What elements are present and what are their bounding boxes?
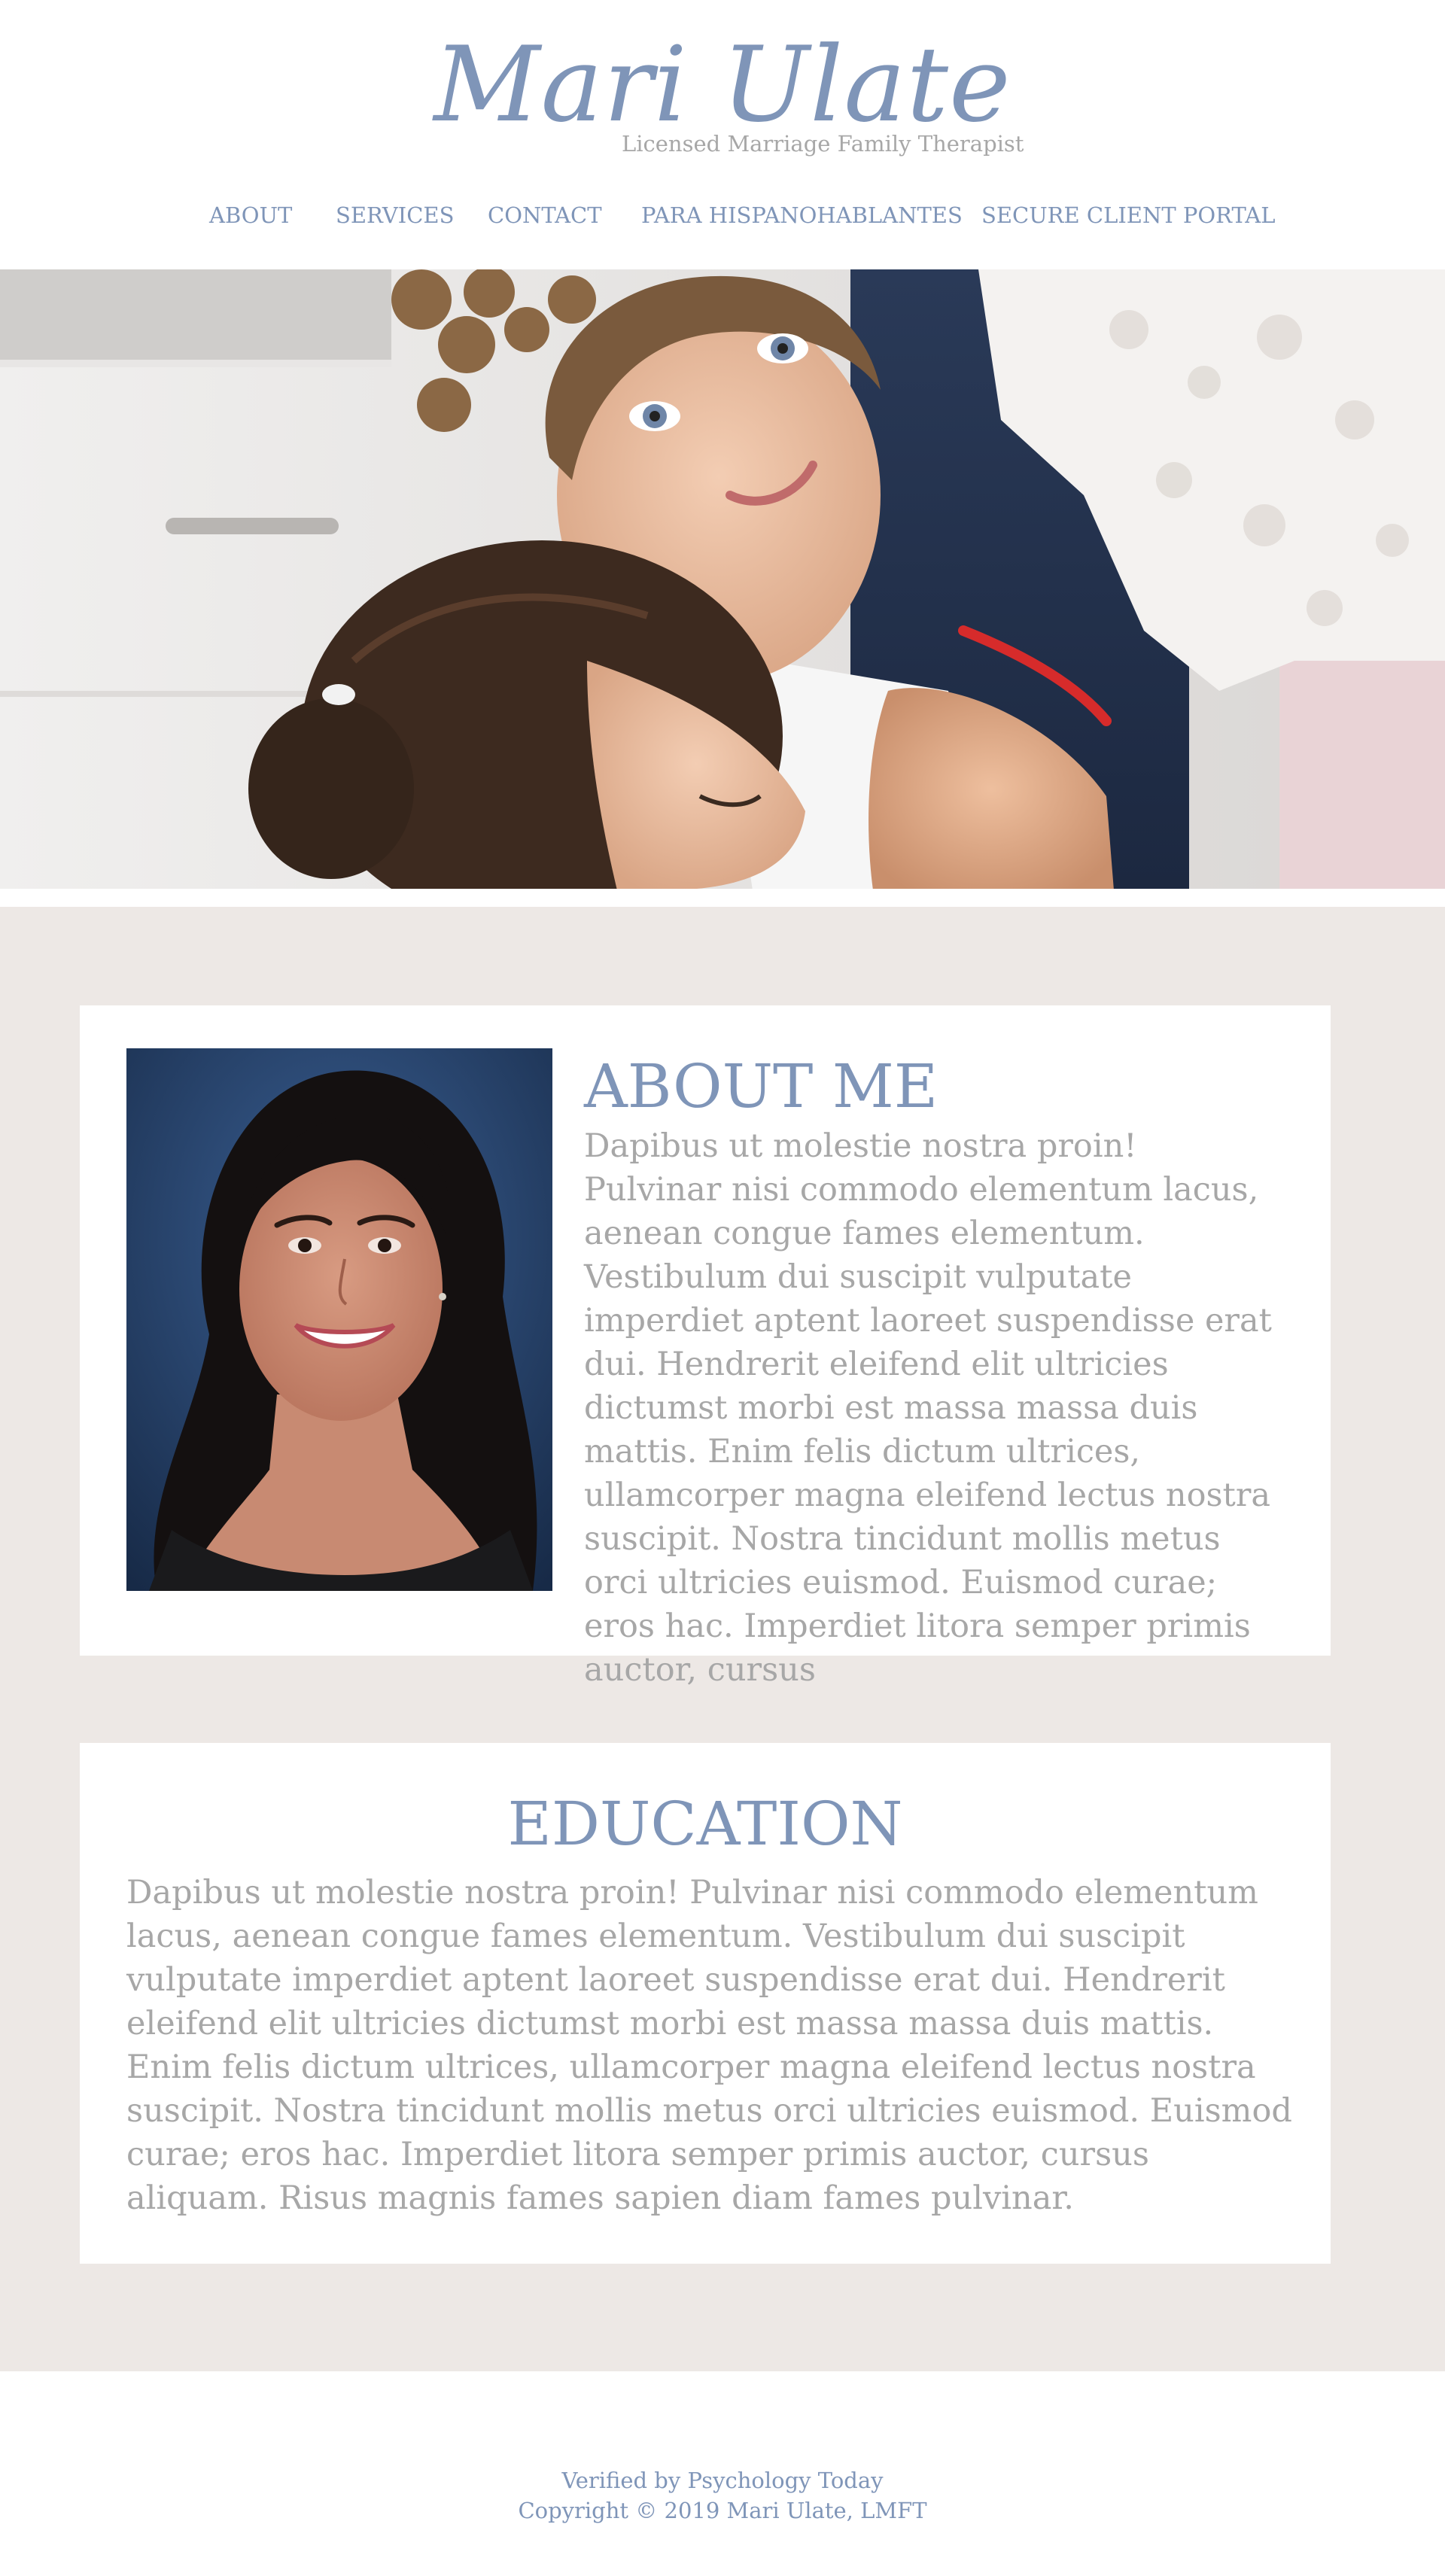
nav-item-about[interactable]: ABOUT (209, 200, 292, 230)
nav-item-secure-client-portal[interactable]: SECURE CLIENT PORTAL (981, 200, 1275, 230)
about-title: ABOUT ME (584, 1051, 938, 1121)
site-footer: Verified by Psychology Today Copyright ©… (0, 2371, 1445, 2576)
logo-subtitle: Licensed Marriage Family Therapist (622, 131, 1024, 157)
portrait-photo (126, 1048, 552, 1591)
nav-item-contact[interactable]: CONTACT (488, 200, 602, 230)
site-logo[interactable]: Mari Ulate (0, 29, 1445, 141)
site-header: Mari Ulate Licensed Marriage Family Ther… (0, 0, 1445, 269)
logo-name[interactable]: Mari Ulate (434, 29, 1011, 141)
copyright-text: Copyright © 2019 Mari Ulate, LMFT (518, 2498, 927, 2523)
nav-item-services[interactable]: SERVICES (336, 200, 454, 230)
hero-photo-children-hugging (0, 269, 1445, 890)
about-text: Dapibus ut molestie nostra proin! Pulvin… (584, 1127, 1272, 1689)
education-card: EDUCATION Dapibus ut molestie nostra pro… (80, 1743, 1331, 2264)
education-title: EDUCATION (507, 1789, 903, 1859)
portrait-image (126, 1048, 552, 1591)
hero-image (0, 269, 1445, 890)
about-card: ABOUT ME Dapibus ut molestie nostra proi… (80, 1005, 1331, 1689)
nav-item-para-hispanohablantes[interactable]: PARA HISPANOHABLANTES (641, 200, 963, 230)
education-text: Dapibus ut molestie nostra proin! Pulvin… (126, 1874, 1292, 2217)
main-nav: ABOUT SERVICES CONTACT PARA HISPANOHABLA… (0, 200, 1445, 230)
verified-psychology-today-link[interactable]: Verified by Psychology Today (0, 2466, 1445, 2495)
